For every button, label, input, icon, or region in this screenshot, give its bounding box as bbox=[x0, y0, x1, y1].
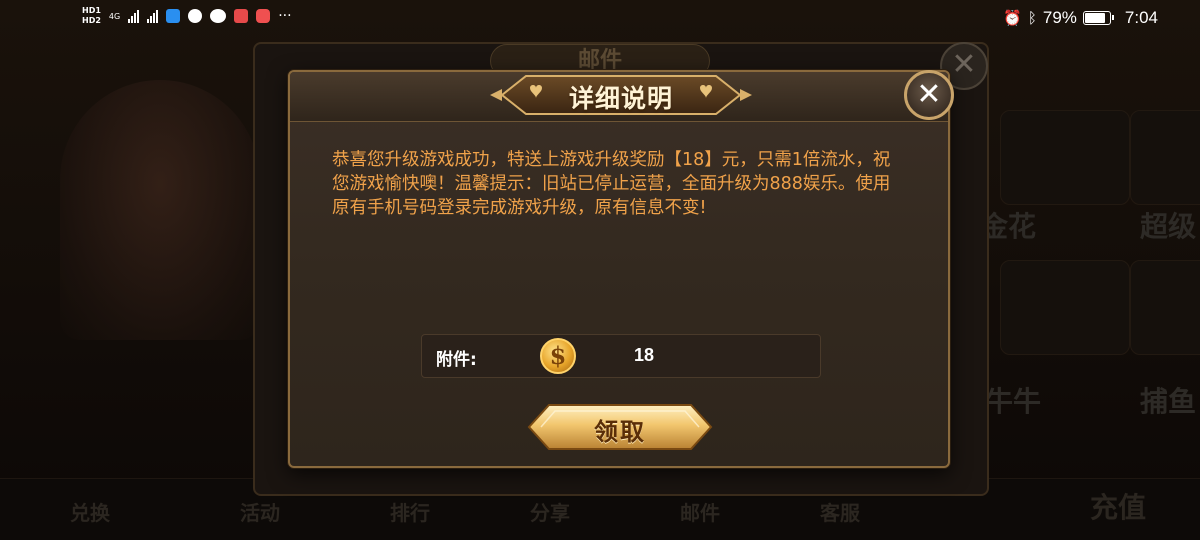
claim-button[interactable]: 领取 bbox=[527, 402, 713, 452]
background-card-label: 捕鱼 bbox=[1140, 385, 1197, 418]
background-card-label: 超级 bbox=[1140, 210, 1197, 243]
more-notifications-icon: ··· bbox=[278, 8, 292, 24]
status-right-group: ⏰ ᛒ 79% 7:04 bbox=[1003, 8, 1158, 28]
bottom-tab: 活动 bbox=[240, 501, 280, 525]
gold-coin-icon: $ bbox=[540, 338, 576, 374]
clock: 7:04 bbox=[1124, 8, 1158, 27]
signal-icon bbox=[128, 9, 140, 23]
network-type: 4G bbox=[108, 11, 121, 21]
background-game-card bbox=[1000, 110, 1130, 205]
dialog-message: 恭喜您升级游戏成功，特送上游戏升级奖励【18】元，只需1倍流水，祝您游戏愉快噢！… bbox=[332, 150, 891, 218]
app-notification-icon bbox=[256, 9, 271, 23]
attachment-value: 18 bbox=[634, 345, 655, 365]
status-bar: HD1 HD2 4G ··· ⏰ ᛒ 79% 7:04 bbox=[0, 0, 1200, 36]
signal-icon bbox=[147, 9, 159, 23]
close-button[interactable]: ✕ bbox=[904, 70, 954, 120]
bottom-tab: 客服 bbox=[820, 501, 860, 525]
bottom-tab: 分享 bbox=[530, 501, 570, 525]
bottom-tab: 排行 bbox=[390, 501, 430, 525]
bluetooth-icon: ᛒ bbox=[1027, 9, 1037, 27]
claim-button-label: 领取 bbox=[594, 418, 646, 446]
attachment-row: 附件: $ 18 bbox=[421, 334, 821, 378]
background-game-card bbox=[1130, 110, 1200, 205]
bottom-tab: 邮件 bbox=[680, 501, 720, 525]
bottom-tab: 兑换 bbox=[70, 501, 110, 525]
alarm-icon: ⏰ bbox=[1003, 10, 1022, 27]
detail-dialog: 详细说明 ✕ 恭喜您升级游戏成功，特送上游戏升级奖励【18】元，只需1倍流水，祝… bbox=[288, 70, 954, 468]
background-character-image bbox=[60, 80, 260, 340]
status-left-group: HD1 HD2 4G ··· bbox=[82, 6, 292, 26]
app-notification-icon bbox=[234, 9, 249, 23]
title-banner: 详细说明 bbox=[490, 70, 752, 120]
battery-icon bbox=[1082, 11, 1114, 25]
qq-icon bbox=[188, 9, 203, 23]
shield-app-icon bbox=[166, 9, 181, 23]
background-game-card bbox=[1130, 260, 1200, 355]
close-icon: ✕ bbox=[916, 77, 942, 112]
background-game-card bbox=[1000, 260, 1130, 355]
dialog-title: 详细说明 bbox=[568, 84, 673, 113]
background-card-label: 牛牛 bbox=[985, 385, 1042, 418]
bottom-tab-recharge: 充值 bbox=[1090, 491, 1147, 524]
hd-sim-indicator: HD1 HD2 bbox=[82, 6, 101, 25]
battery-percent: 79% bbox=[1042, 8, 1077, 27]
attachment-label: 附件: bbox=[436, 350, 477, 370]
wechat-icon bbox=[210, 9, 227, 23]
